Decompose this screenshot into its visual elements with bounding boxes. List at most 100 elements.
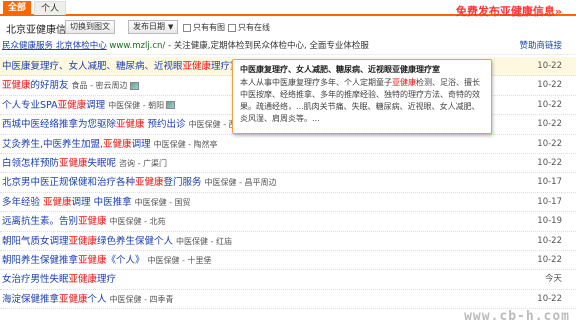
listing-category-location: 咨询 - 广渠门: [119, 158, 168, 168]
only-images-checkbox[interactable]: 只有有图: [183, 22, 225, 33]
listing-title-link[interactable]: 个人专业SPA亚健康调理: [2, 100, 105, 111]
checkbox-box[interactable]: [183, 23, 191, 32]
checkbox-box[interactable]: [228, 23, 236, 32]
title-text: 白领怎样预防: [2, 157, 60, 169]
toolbar: 北京亚健康信息 切换到图文 发布日期 ▼ 只有有图 只有在线: [0, 19, 576, 36]
sponsor-url[interactable]: www.mzlj.cn/: [109, 41, 165, 51]
sponsored-link-row[interactable]: 民众健康服务 北京体检中心 www.mzlj.cn/ - 关注健康,定期体检到民…: [0, 38, 576, 55]
listing-title-link[interactable]: 远离抗生素。告别亚健康: [2, 216, 107, 227]
preview-popup: 中医康复理疗、女人减肥、糖尿病、近视眼亚健康理疗室 本人从事中医康复理疗多年、个…: [232, 59, 492, 134]
sponsor-desc: - 关注健康,定期体检到民众体检中心, 全面专业体检服: [165, 41, 369, 51]
listing-title-link[interactable]: 北京男中医正规保健和治疗各种亚健康登门服务: [2, 177, 202, 188]
list-item[interactable]: 艾灸养生,中医养生加盟,亚健康调理 中医保健 - 陶然亭 10-22: [0, 135, 576, 154]
image-icon: [129, 81, 139, 90]
title-keyword: 亚健康: [78, 254, 107, 266]
title-keyword: 亚健康: [59, 157, 88, 169]
title-text: 中医康复理疗、女人减肥、糖尿病、近视眼: [2, 61, 183, 72]
title-keyword: 亚健康: [59, 293, 88, 305]
only-online-label: 只有在线: [238, 23, 270, 32]
title-text: 女治疗男性失眠: [2, 274, 69, 286]
listing-title-link[interactable]: 海淀保健推拿亚健康个人: [2, 294, 107, 305]
title-text: 绿色养生保健个人: [97, 235, 174, 247]
listing-title-link[interactable]: 朝阳养生保健推拿亚健康《个人》: [2, 255, 145, 266]
listing-date: 10-17: [537, 196, 562, 207]
title-text: 个人专业SPA: [2, 99, 58, 111]
listing-date: 10-22: [537, 157, 562, 168]
sponsor-links-label: 赞助商链接: [519, 41, 562, 51]
sort-date-button[interactable]: 发布日期 ▼: [128, 20, 179, 34]
title-keyword: 亚健康: [2, 80, 31, 92]
title-text: 理疗: [97, 274, 117, 286]
list-item[interactable]: 朝阳养生保健推拿亚健康《个人》 中医保健 - 十里堡 10-22: [0, 251, 576, 271]
title-text: 的好朋友: [30, 80, 69, 92]
title-text: 海淀保健推拿: [2, 293, 60, 305]
popup-title: 中医康复理疗、女人减肥、糖尿病、近视眼亚健康理疗室: [240, 65, 440, 74]
listing-date: 10-22: [537, 61, 562, 71]
title-text: 朝阳养生保健推拿: [2, 254, 79, 266]
title-keyword: 亚健康: [68, 274, 98, 286]
listing-category-location: 中医保健 - 陶然亭: [153, 139, 218, 149]
listing-date: 10-17: [537, 177, 562, 188]
listing-category-location: 中医保健 - 红庙: [176, 236, 233, 246]
title-keyword: 亚健康: [68, 235, 98, 247]
listing-category-location: 中医保健 - 北苑: [109, 217, 166, 227]
listing-date: 今天: [544, 274, 562, 285]
free-post-link[interactable]: 免费发布亚健康信息»: [456, 3, 562, 19]
list-item[interactable]: 远离抗生素。告别亚健康 中医保健 - 北苑 10-19: [0, 212, 576, 232]
listing-date: 10-19: [537, 216, 562, 227]
listing-date: 10-22: [537, 99, 562, 110]
listing-date: 10-22: [537, 80, 562, 91]
listing-title-link[interactable]: 女治疗男性失眠亚健康理疗: [2, 274, 116, 285]
list-item[interactable]: 白领怎样预防亚健康失眠呢 咨询 - 广渠门 10-22: [0, 154, 576, 174]
title-text: 调理: [86, 99, 106, 111]
sort-date-label: 发布日期: [133, 22, 165, 31]
listing-title-link[interactable]: 多年经验 亚健康调理 中医推拿: [2, 197, 132, 208]
switch-view-button[interactable]: 切换到图文: [65, 20, 115, 34]
title-text: 远离抗生素。告别: [2, 216, 79, 228]
title-keyword: 亚健康: [43, 196, 72, 208]
listing-date: 10-22: [537, 235, 562, 246]
tab-bar: 全部 个人 免费发布亚健康信息»: [0, 0, 576, 19]
listing-category-location: 中医保健 - 昌平周边: [204, 178, 277, 188]
title-keyword: 亚健康: [103, 138, 132, 150]
list-item[interactable]: 北京男中医正规保健和治疗各种亚健康登门服务 中医保健 - 昌平周边 10-17: [0, 173, 576, 193]
listing-date: 10-22: [537, 254, 562, 265]
title-keyword: 亚健康: [182, 61, 212, 72]
title-text: 调理 中医推拿: [71, 196, 132, 208]
listing-title-link[interactable]: 艾灸养生,中医养生加盟,亚健康调理: [2, 139, 151, 150]
list-item[interactable]: 朝阳气质女调理亚健康绿色养生保健个人 中医保健 - 红庙 10-22: [0, 232, 576, 251]
popup-body-highlight: 亚健康: [392, 78, 416, 87]
title-text: 失眠呢: [87, 157, 117, 169]
popup-body: 本人从事中医康复理疗多年、个人定期童子亚健康检测、足浴、擅长中医按摩、经络推拿、…: [240, 77, 484, 125]
title-text: 朝阳气质女调理: [2, 235, 69, 247]
listing-title-link[interactable]: 亚健康的好朋友: [2, 80, 69, 91]
list-item[interactable]: 女治疗男性失眠亚健康理疗 今天: [0, 270, 576, 290]
title-text: 西城中医经络推拿为您驱除: [2, 119, 117, 131]
title-text: 个人: [87, 293, 107, 305]
listing-category-location: 中医保健 - 十里堡: [147, 255, 212, 265]
chevron-down-icon: ▼: [168, 23, 174, 31]
listing-title-link[interactable]: 白领怎样预防亚健康失眠呢: [2, 158, 116, 169]
list-item[interactable]: 多年经验 亚健康调理 中医推拿 中医保健 - 国贸 10-17: [0, 193, 576, 213]
popup-body-text: 本人从事中医康复理疗多年、个人定期童子: [240, 78, 392, 87]
tab-all[interactable]: 全部: [3, 1, 32, 15]
title-text: 艾灸养生,中医养生加盟,: [2, 138, 104, 150]
title-keyword: 亚健康: [135, 177, 164, 189]
listing-title-link[interactable]: 中医康复理疗、女人减肥、糖尿病、近视眼亚健康理疗室: [2, 61, 240, 72]
list-item[interactable]: 海淀保健推拿亚健康个人 中医保健 - 四季青 10-22: [0, 290, 576, 310]
title-text: 北京男中医正规保健和治疗各种: [2, 177, 136, 189]
title-text: 调理: [131, 138, 151, 150]
title-keyword: 亚健康: [57, 99, 87, 111]
tab-personal[interactable]: 个人: [34, 1, 67, 15]
title-text: 预约出诊: [144, 119, 186, 131]
only-online-checkbox[interactable]: 只有在线: [228, 22, 270, 33]
listing-category-location: 中医保健 - 国贸: [134, 197, 191, 207]
sponsor-name[interactable]: 民众健康服务 北京体检中心: [2, 41, 107, 51]
switch-view-label: 切换到图文: [70, 22, 110, 31]
listing-date: 10-22: [537, 138, 562, 149]
title-keyword: 亚健康: [78, 216, 107, 228]
watermark: www.cb-h.com: [464, 309, 570, 324]
listing-title-link[interactable]: 朝阳气质女调理亚健康绿色养生保健个人: [2, 236, 173, 247]
listing-title-link[interactable]: 西城中医经络推拿为您驱除亚健康 预约出诊: [2, 119, 186, 130]
listing-category-location: 食品 - 密云周边: [71, 81, 128, 91]
